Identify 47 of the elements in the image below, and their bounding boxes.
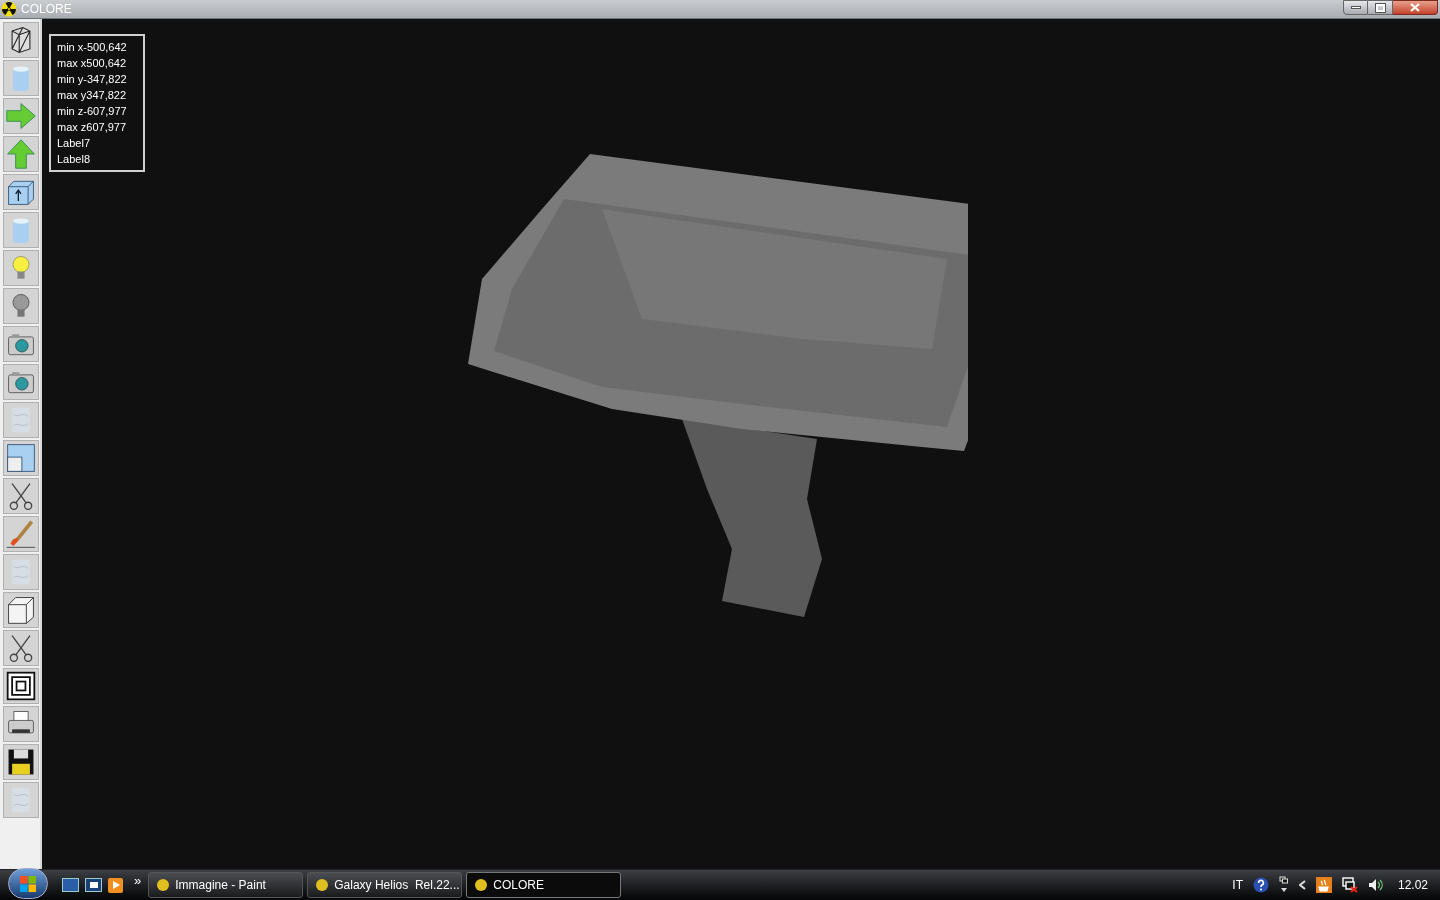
info-label: Label8 [57,152,92,167]
switch-windows-icon[interactable] [85,878,102,892]
paint-brush-icon [5,518,37,550]
tool-button[interactable] [3,478,39,514]
info-label: Label7 [57,136,92,151]
tool-button[interactable] [3,592,39,628]
info-label: min x-500,642 [57,40,128,55]
tool-button[interactable] [3,668,39,704]
info-label: max z607,977 [57,120,128,135]
app-icon [157,879,170,891]
radiation-icon [1,1,17,17]
windows-logo-icon [19,874,37,893]
show-desktop-icon[interactable] [62,878,79,892]
tool-button[interactable] [3,744,39,780]
help-icon[interactable] [1252,877,1269,893]
media-player-icon[interactable] [108,877,123,893]
app-icon [316,879,329,891]
taskbar-button[interactable]: COLORE [466,872,622,898]
info-label: max x500,642 [57,56,128,71]
window-title: COLORE [21,1,72,18]
arrow-right-icon [5,100,37,132]
windows-caret-icon[interactable] [1278,876,1289,894]
start-button[interactable] [8,868,48,899]
speaker-icon[interactable] [1367,877,1384,893]
chevron-left-icon[interactable] [1298,880,1306,890]
close-icon [1410,3,1420,12]
java-cup-icon[interactable] [1315,877,1332,893]
arrow-up-icon [5,138,37,170]
concentric-squares-icon [5,670,37,702]
info-label: min y-347,822 [57,72,128,87]
tool-button[interactable] [3,706,39,742]
tool-button[interactable] [3,22,39,58]
network-error-icon[interactable] [1341,877,1358,893]
close-button[interactable] [1393,0,1438,15]
info-label: min z-607,977 [57,104,128,119]
taskbar-button[interactable]: Immagine - Paint [148,872,304,898]
language-indicator[interactable]: IT [1232,876,1243,894]
window-panes-icon [5,442,37,474]
taskbar-button[interactable]: Galaxy Helios Rel.22... [307,872,463,898]
cube-icon [5,594,37,626]
minimize-button[interactable] [1343,0,1368,15]
info-label: max y347,822 [57,88,128,103]
app-icon [475,879,488,891]
clock[interactable]: 12.02 [1397,876,1428,894]
restore-button[interactable] [1368,0,1393,15]
tool-button[interactable] [3,630,39,666]
quick-launch-overflow[interactable]: » [134,871,142,891]
